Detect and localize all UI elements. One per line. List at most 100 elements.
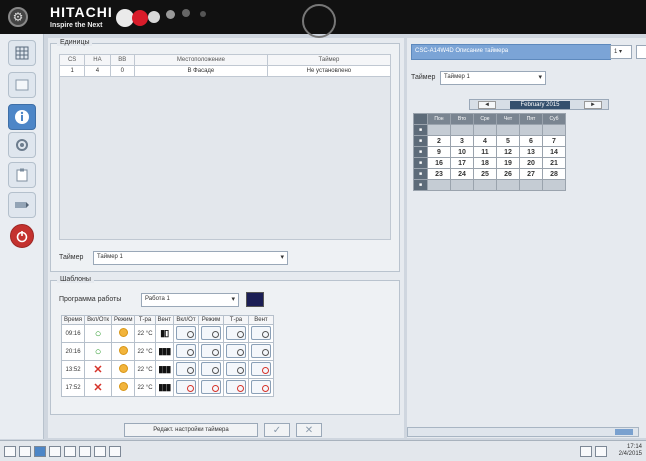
calendar-day[interactable]: 17 — [450, 157, 474, 169]
cancel-button[interactable]: ✕ — [296, 423, 322, 437]
mode-edit-icon[interactable] — [200, 325, 221, 340]
table-row[interactable]: 1 4 0 В Фасаде Не установлено — [58, 65, 392, 77]
info-icon[interactable] — [8, 104, 36, 130]
edit-icon[interactable] — [8, 192, 36, 218]
calendar-day[interactable]: 2 — [427, 135, 451, 147]
edit-timer-settings-button[interactable]: Редакт. настройки таймера — [124, 423, 258, 437]
settings-icon[interactable] — [8, 132, 36, 158]
next-month-button[interactable]: ► — [584, 101, 602, 109]
calendar-day[interactable] — [519, 179, 543, 191]
main-panel: Единицы СS НА ВВ Местоположение Таймер 1… — [48, 38, 404, 438]
calendar-day[interactable]: 26 — [496, 168, 520, 180]
mode-edit-icon[interactable] — [175, 379, 196, 394]
sun-icon — [118, 382, 128, 391]
calendar-day[interactable]: 11 — [473, 146, 497, 158]
calendar-timer-select[interactable]: Таймер 1 ▾ — [440, 71, 546, 85]
calendar-day[interactable] — [473, 179, 497, 191]
panel-expand-button[interactable] — [636, 45, 646, 59]
calendar-day[interactable]: 10 — [450, 146, 474, 158]
network-icon[interactable] — [580, 446, 592, 457]
calendar-day[interactable]: 13 — [519, 146, 543, 158]
mode-edit-icon[interactable] — [175, 343, 196, 358]
table-row[interactable]: 13:52 ✕ 22 °C ▮▮▮ — [60, 360, 274, 379]
taskbar-user-icon[interactable] — [34, 446, 46, 457]
horizontal-scrollbar[interactable] — [407, 427, 639, 437]
taskbar-button[interactable] — [64, 446, 76, 457]
calendar-day[interactable]: 25 — [473, 168, 497, 180]
calendar-day[interactable]: 19 — [496, 157, 520, 169]
calendar-day[interactable]: 9 — [427, 146, 451, 158]
calendar-day[interactable]: 24 — [450, 168, 474, 180]
mode-edit-icon[interactable] — [200, 361, 221, 376]
calendar-day[interactable]: 23 — [427, 168, 451, 180]
taskbar-button[interactable] — [109, 446, 121, 457]
calendar-day[interactable] — [496, 124, 520, 136]
mode-edit-icon[interactable] — [225, 325, 246, 340]
grid-icon[interactable] — [8, 40, 36, 66]
taskbar-check-icon[interactable] — [19, 446, 31, 457]
week-marker: ■ — [413, 168, 428, 180]
mode-edit-icon[interactable] — [225, 379, 246, 394]
calendar-day[interactable] — [542, 124, 566, 136]
table-row[interactable]: 20:16 ○ 22 °C ▮▮▮ — [60, 342, 274, 361]
mode-edit-icon[interactable] — [225, 343, 246, 358]
calendar-panel: CSC-A14W4D Описание таймера 1 ▾ Таймер Т… — [407, 38, 646, 438]
mode-edit-icon[interactable] — [250, 343, 271, 358]
calendar-day[interactable]: 20 — [519, 157, 543, 169]
calendar-day[interactable] — [427, 124, 451, 136]
power-icon[interactable] — [10, 224, 34, 248]
mode-edit-icon[interactable] — [250, 379, 271, 394]
calendar-day[interactable] — [542, 179, 566, 191]
calendar-day[interactable] — [427, 179, 451, 191]
calendar-combo[interactable]: 1 ▾ — [610, 45, 632, 59]
mode-edit-icon[interactable] — [250, 325, 271, 340]
gear-icon[interactable]: ⚙ — [8, 7, 28, 27]
color-swatch[interactable] — [246, 292, 264, 307]
calendar-day[interactable]: 12 — [496, 146, 520, 158]
calendar-day[interactable]: 5 — [496, 135, 520, 147]
display-icon[interactable] — [595, 446, 607, 457]
calendar-day[interactable]: 18 — [473, 157, 497, 169]
scrollbar-thumb[interactable] — [615, 429, 633, 435]
title-bar: ⚙ HITACHI Inspire the Next — [0, 0, 646, 38]
list-icon[interactable] — [8, 72, 36, 98]
table-row[interactable]: 09:16 ○ 22 °C ▮▯ — [60, 324, 274, 343]
prev-month-button[interactable]: ◄ — [478, 101, 496, 109]
units-group: Единицы СS НА ВВ Местоположение Таймер 1… — [50, 39, 400, 272]
taskbar-button[interactable] — [94, 446, 106, 457]
off-icon: ✕ — [93, 382, 103, 394]
table-row[interactable]: 17:52 ✕ 22 °C ▮▮▮ — [60, 378, 274, 397]
taskbar-button[interactable] — [79, 446, 91, 457]
calendar-day[interactable]: 27 — [519, 168, 543, 180]
calendar-day[interactable]: 3 — [450, 135, 474, 147]
mode-edit-icon[interactable] — [250, 361, 271, 376]
calendar-day[interactable] — [496, 179, 520, 191]
calendar-day[interactable]: 21 — [542, 157, 566, 169]
on-icon: ○ — [94, 327, 102, 340]
calendar-day[interactable] — [519, 124, 543, 136]
timer-label: Таймер — [59, 254, 84, 261]
program-select[interactable]: Работа 1 ▾ — [141, 293, 239, 307]
taskbar-button[interactable] — [49, 446, 61, 457]
patterns-table: Время Вкл/Отк Режим Т-ра Вент Вкл/От Реж… — [60, 315, 274, 397]
calendar-day[interactable]: 14 — [542, 146, 566, 158]
calendar-day[interactable]: 4 — [473, 135, 497, 147]
calendar-day[interactable]: 6 — [519, 135, 543, 147]
program-label: Программа работы — [59, 296, 122, 303]
calendar-day[interactable]: 7 — [542, 135, 566, 147]
calendar-day[interactable]: 16 — [427, 157, 451, 169]
mode-edit-icon[interactable] — [175, 325, 196, 340]
mode-edit-icon[interactable] — [175, 361, 196, 376]
taskbar-button[interactable] — [4, 446, 16, 457]
calendar-day[interactable] — [450, 179, 474, 191]
mode-edit-icon[interactable] — [225, 361, 246, 376]
mode-edit-icon[interactable] — [200, 379, 221, 394]
calendar-day[interactable] — [473, 124, 497, 136]
mode-edit-icon[interactable] — [200, 343, 221, 358]
clipboard-icon[interactable] — [8, 162, 36, 188]
timer-select[interactable]: Таймер 1 ▾ — [93, 251, 288, 265]
confirm-button[interactable]: ✓ — [264, 423, 290, 437]
calendar-day[interactable]: 28 — [542, 168, 566, 180]
sidebar — [0, 34, 44, 439]
calendar-day[interactable] — [450, 124, 474, 136]
